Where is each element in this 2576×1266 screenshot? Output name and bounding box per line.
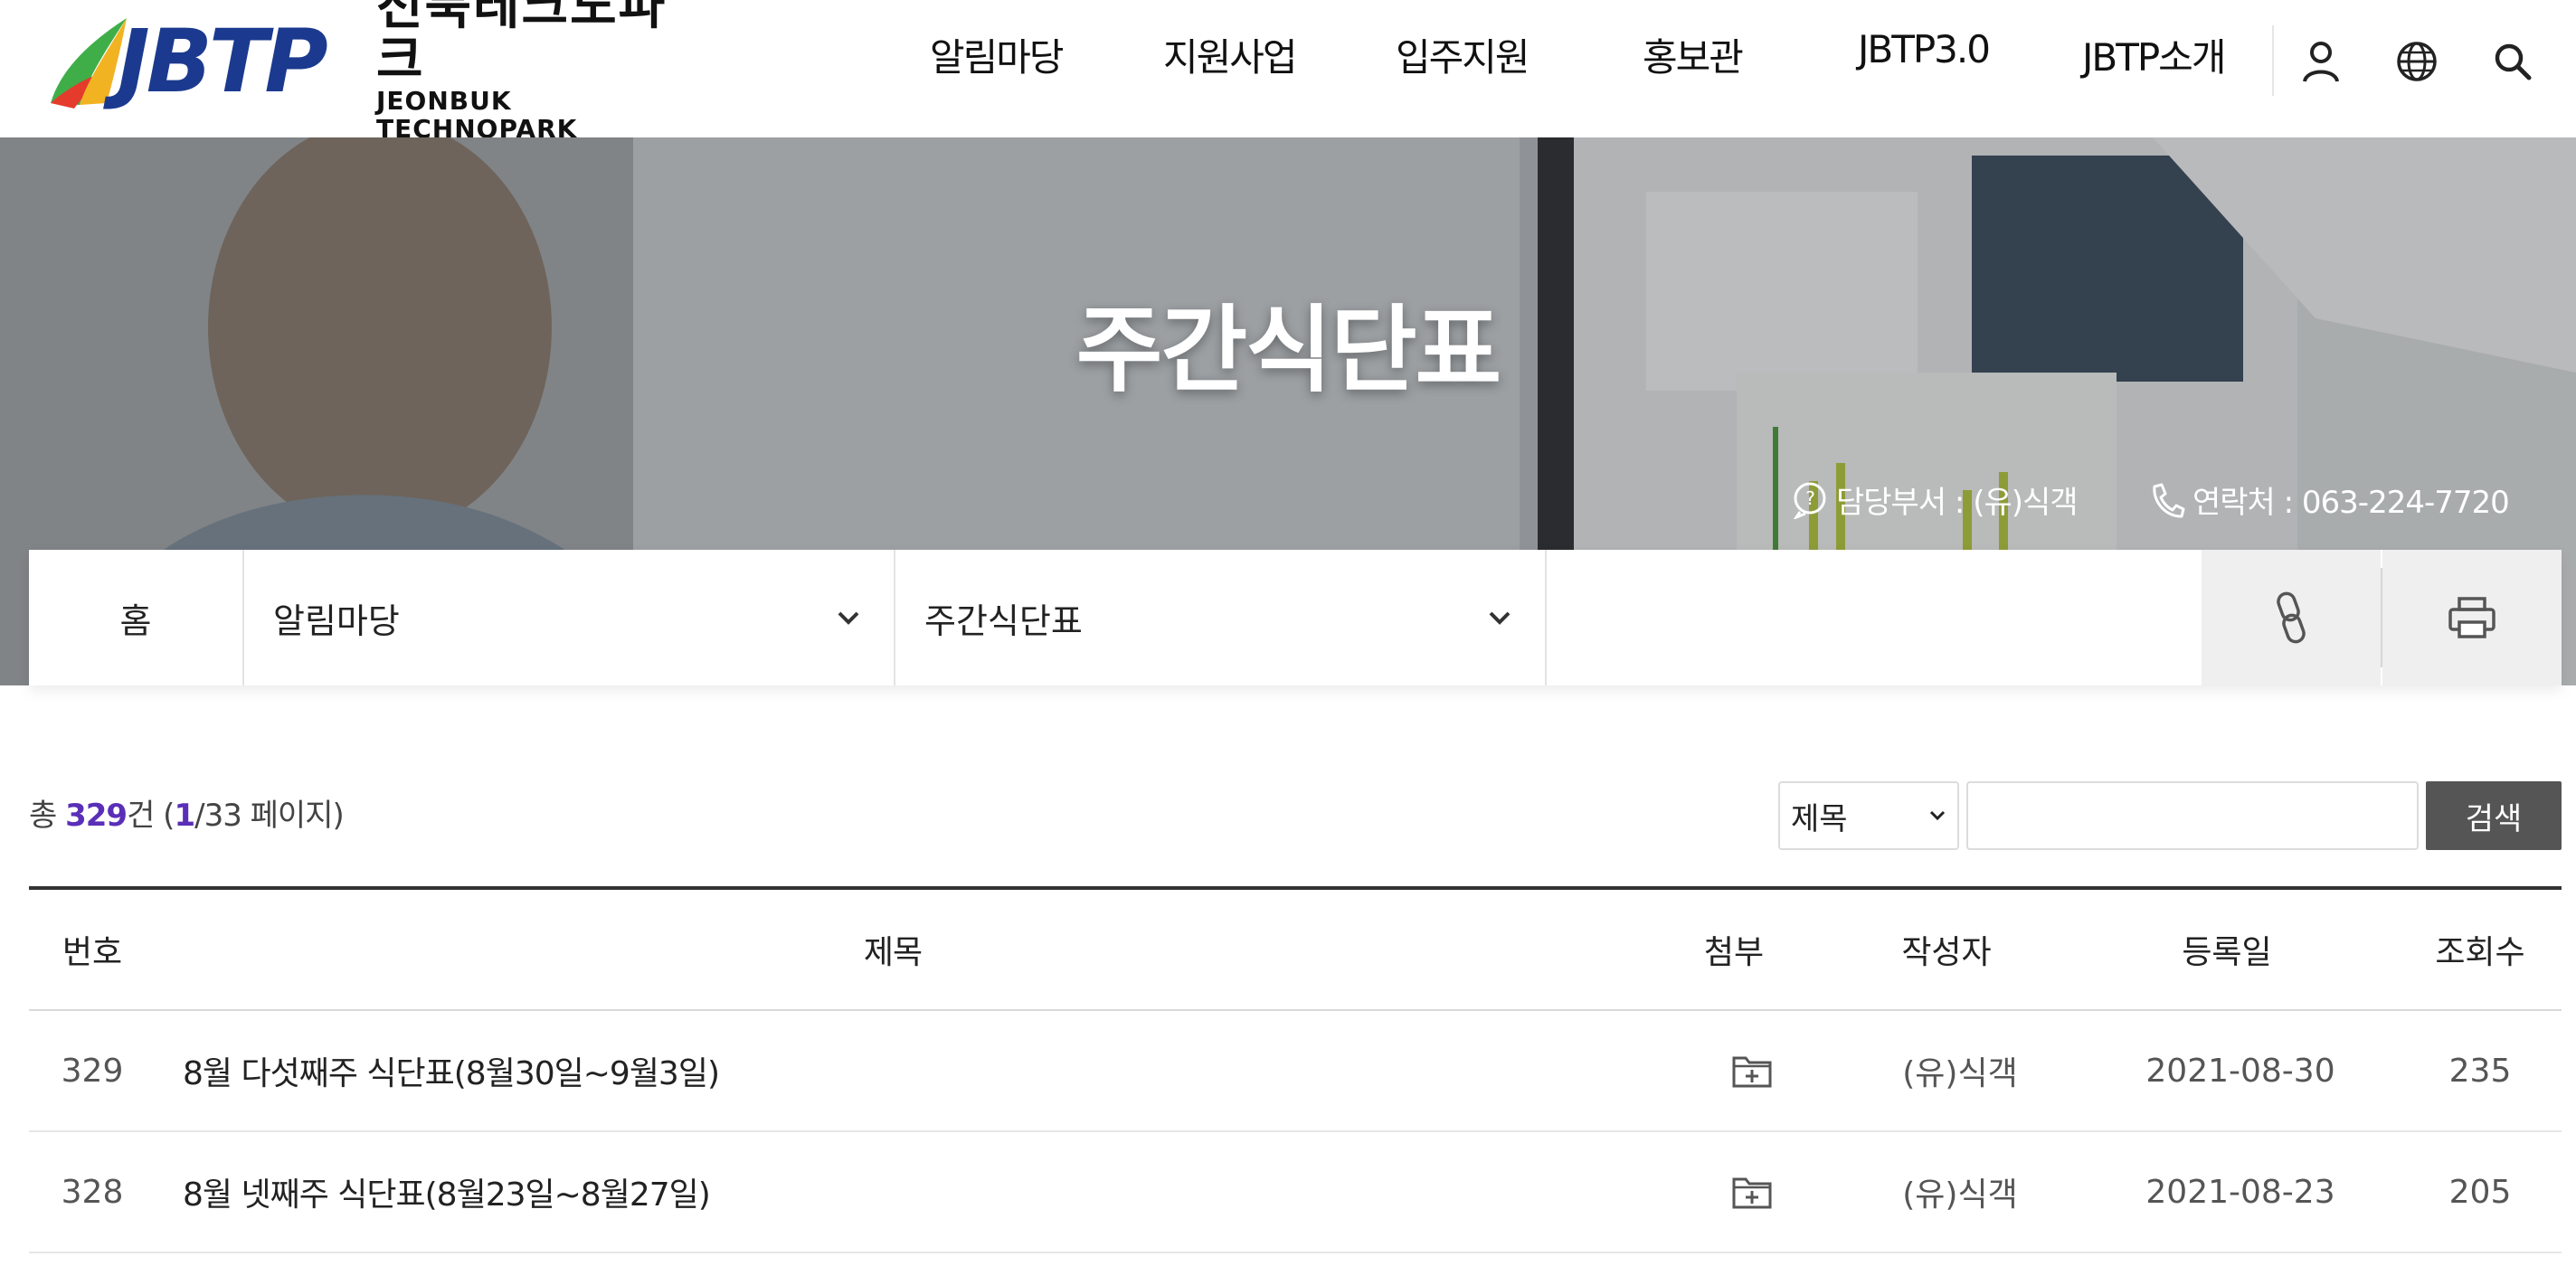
question-icon: ? bbox=[1793, 482, 1826, 519]
logo-korean-name: 전북테크노파크 bbox=[376, 0, 668, 90]
column-header-writer: 작성자 bbox=[1901, 934, 1992, 971]
total-prefix: 총 bbox=[29, 798, 66, 834]
table-header: 번호 제목 첨부 작성자 등록일 조회수 bbox=[29, 890, 2562, 1011]
logo-english-name: JEONBUK TECHNOPARK bbox=[376, 86, 578, 144]
user-icon[interactable] bbox=[2296, 36, 2346, 87]
total-count: 총 329건 (1/33 페이지) bbox=[29, 790, 345, 835]
contact-info: 연락처 : 063-224-7720 bbox=[2147, 477, 2510, 522]
location-level2-label: 주간식단표 bbox=[924, 600, 1083, 641]
home-link[interactable]: 홈 bbox=[29, 550, 244, 685]
chevron-down-icon bbox=[838, 611, 859, 625]
dept-info: ? 담당부서 : (유)식객 bbox=[1791, 477, 2079, 522]
location-dropdown-level1[interactable]: 알림마당 bbox=[244, 550, 895, 685]
svg-text:?: ? bbox=[1805, 487, 1814, 509]
search-input[interactable] bbox=[1966, 781, 2419, 850]
total-unit: 건 ( bbox=[127, 798, 175, 834]
row-number: 329 bbox=[61, 1052, 124, 1090]
column-header-title: 제목 bbox=[863, 934, 923, 971]
search-button[interactable]: 검색 bbox=[2426, 781, 2562, 850]
chevron-down-icon bbox=[1489, 611, 1511, 625]
row-writer: (유)식객 bbox=[1902, 1176, 2018, 1214]
site-header: JBTP 전북테크노파크 JEONBUK TECHNOPARK 알림마당 지원사… bbox=[0, 0, 2576, 143]
total-number: 329 bbox=[65, 798, 128, 834]
current-page: 1 bbox=[174, 798, 195, 834]
print-icon bbox=[2448, 597, 2496, 638]
location-bar: 홈 알림마당 주간식단표 bbox=[29, 550, 2562, 685]
logo-mark: JBTP bbox=[43, 13, 360, 112]
nav-item-tenant-support[interactable]: 입주지원 bbox=[1396, 27, 1530, 82]
link-icon bbox=[2277, 591, 2306, 644]
page-title: 주간식단표 bbox=[1075, 295, 1501, 405]
site-logo[interactable]: JBTP 전북테크노파크 JEONBUK TECHNOPARK bbox=[43, 0, 713, 143]
row-title-link[interactable]: 8월 넷째주 식단표(8월23일~8월27일) bbox=[156, 1168, 1666, 1215]
column-header-views: 조회수 bbox=[2435, 934, 2525, 971]
copy-link-button[interactable] bbox=[2202, 550, 2381, 685]
row-writer: (유)식객 bbox=[1902, 1055, 2018, 1092]
board-table: 번호 제목 첨부 작성자 등록일 조회수 329 8월 다섯째주 식단표(8월3… bbox=[29, 886, 2562, 1253]
globe-icon[interactable] bbox=[2391, 36, 2442, 87]
print-button[interactable] bbox=[2382, 550, 2562, 685]
contact-label: 연락처 : 063-224-7720 bbox=[2192, 485, 2510, 521]
search-field-value: 제목 bbox=[1791, 800, 1848, 837]
search-field-select[interactable]: 제목 bbox=[1778, 781, 1959, 850]
nav-item-about-jbtp[interactable]: JBTP소개 bbox=[2082, 27, 2226, 82]
util-divider bbox=[2272, 25, 2274, 96]
attachment-icon[interactable] bbox=[1666, 1053, 1838, 1089]
row-date: 2021-08-30 bbox=[2145, 1052, 2335, 1090]
logo-text: 전북테크노파크 JEONBUK TECHNOPARK bbox=[376, 0, 713, 144]
row-number: 328 bbox=[61, 1173, 124, 1211]
location-dropdown-level2[interactable]: 주간식단표 bbox=[895, 550, 1547, 685]
nav-item-jbtp30[interactable]: JBTP3.0 bbox=[1858, 27, 1991, 71]
page-suffix: /33 페이지) bbox=[194, 798, 345, 834]
row-views: 205 bbox=[2448, 1173, 2512, 1211]
logo-jbtp-text: JBTP bbox=[118, 11, 328, 112]
nav-item-pr-center[interactable]: 홍보관 bbox=[1643, 27, 1744, 82]
phone-icon bbox=[2153, 483, 2185, 518]
column-header-attachment: 첨부 bbox=[1703, 934, 1765, 971]
nav-item-notice[interactable]: 알림마당 bbox=[930, 27, 1065, 82]
row-date: 2021-08-23 bbox=[2145, 1173, 2335, 1211]
attachment-icon[interactable] bbox=[1666, 1174, 1838, 1210]
table-row: 329 8월 다섯째주 식단표(8월30일~9월3일) (유)식객 2021-0… bbox=[29, 1011, 2562, 1132]
search-icon[interactable] bbox=[2487, 36, 2538, 87]
row-title-link[interactable]: 8월 다섯째주 식단표(8월30일~9월3일) bbox=[156, 1047, 1666, 1094]
location-spacer bbox=[1547, 550, 2202, 685]
dept-label: 담당부서 : (유)식객 bbox=[1836, 485, 2079, 521]
location-level1-label: 알림마당 bbox=[273, 600, 400, 641]
table-row: 328 8월 넷째주 식단표(8월23일~8월27일) (유)식객 2021-0… bbox=[29, 1132, 2562, 1253]
column-header-number: 번호 bbox=[62, 934, 123, 971]
nav-item-support-business[interactable]: 지원사업 bbox=[1163, 27, 1298, 82]
column-header-date: 등록일 bbox=[2182, 934, 2272, 971]
chevron-down-icon bbox=[1929, 810, 1946, 821]
row-views: 235 bbox=[2448, 1052, 2512, 1090]
